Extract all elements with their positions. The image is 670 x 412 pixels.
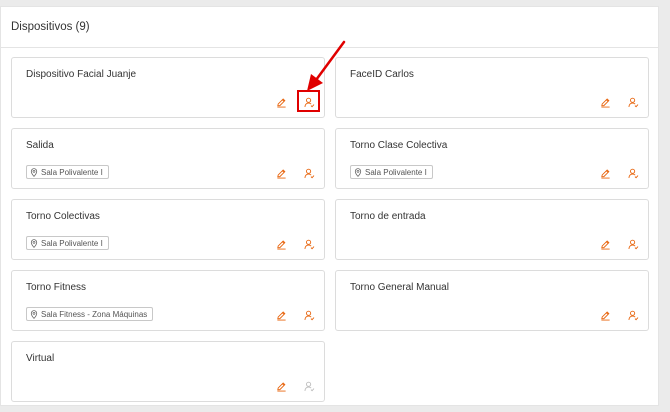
device-card: FaceID Carlos bbox=[335, 57, 649, 118]
devices-panel: Dispositivos (9) Dispositivo Facial Juan… bbox=[0, 6, 659, 406]
location-badge: Sala Polivalente I bbox=[350, 165, 433, 179]
pencil-icon bbox=[276, 310, 286, 321]
device-card: Torno Colectivas Sala Polivalente I bbox=[11, 199, 325, 260]
assign-users-button[interactable] bbox=[626, 308, 640, 322]
edit-button[interactable] bbox=[598, 166, 612, 180]
device-card: Torno Fitness Sala Fitness - Zona Máquin… bbox=[11, 270, 325, 331]
assign-users-button[interactable] bbox=[626, 166, 640, 180]
assign-users-button[interactable] bbox=[302, 308, 316, 322]
user-assign-icon bbox=[627, 239, 638, 249]
assign-users-button[interactable] bbox=[302, 166, 316, 180]
edit-button[interactable] bbox=[598, 308, 612, 322]
device-name: Virtual bbox=[26, 353, 55, 364]
pencil-icon bbox=[276, 168, 286, 179]
edit-button[interactable] bbox=[598, 95, 612, 109]
location-pin-icon bbox=[30, 309, 38, 319]
location-pin-icon bbox=[30, 238, 38, 248]
pencil-icon bbox=[600, 168, 610, 179]
location-badge: Sala Fitness - Zona Máquinas bbox=[26, 307, 154, 321]
device-name: FaceID Carlos bbox=[350, 69, 414, 80]
edit-button[interactable] bbox=[274, 308, 288, 322]
devices-grid: Dispositivo Facial Juanje FaceID Carlos … bbox=[11, 57, 649, 402]
device-card: Dispositivo Facial Juanje bbox=[11, 57, 325, 118]
assign-users-button[interactable] bbox=[626, 95, 640, 109]
location-label: Sala Polivalente I bbox=[365, 167, 427, 177]
location-label: Sala Polivalente I bbox=[41, 167, 103, 177]
device-card: Torno Clase Colectiva Sala Polivalente I bbox=[335, 128, 649, 189]
location-label: Sala Fitness - Zona Máquinas bbox=[41, 309, 148, 319]
assign-users-button[interactable] bbox=[302, 237, 316, 251]
edit-button[interactable] bbox=[274, 95, 288, 109]
user-assign-icon bbox=[303, 239, 314, 249]
edit-button[interactable] bbox=[274, 237, 288, 251]
location-pin-icon bbox=[354, 167, 362, 177]
user-assign-icon bbox=[303, 97, 314, 107]
device-card: Virtual bbox=[11, 341, 325, 402]
pencil-icon bbox=[600, 239, 610, 250]
edit-button[interactable] bbox=[598, 237, 612, 251]
user-assign-icon bbox=[627, 97, 638, 107]
location-label: Sala Polivalente I bbox=[41, 238, 103, 248]
pencil-icon bbox=[276, 239, 286, 250]
pencil-icon bbox=[600, 310, 610, 321]
pencil-icon bbox=[276, 381, 286, 392]
user-assign-icon bbox=[303, 381, 314, 391]
assign-users-button[interactable] bbox=[302, 95, 316, 109]
edit-button[interactable] bbox=[274, 166, 288, 180]
device-name: Torno Colectivas bbox=[26, 211, 100, 222]
assign-users-button-disabled bbox=[302, 379, 316, 393]
device-card: Salida Sala Polivalente I bbox=[11, 128, 325, 189]
assign-users-button[interactable] bbox=[626, 237, 640, 251]
device-name: Dispositivo Facial Juanje bbox=[26, 69, 137, 80]
device-name: Torno Clase Colectiva bbox=[350, 140, 448, 151]
user-assign-icon bbox=[303, 310, 314, 320]
pencil-icon bbox=[600, 97, 610, 108]
pencil-icon bbox=[276, 97, 286, 108]
device-name: Salida bbox=[26, 140, 54, 151]
device-card: Torno de entrada bbox=[335, 199, 649, 260]
device-name: Torno Fitness bbox=[26, 282, 87, 293]
user-assign-icon bbox=[627, 310, 638, 320]
device-name: Torno de entrada bbox=[350, 211, 426, 222]
location-badge: Sala Polivalente I bbox=[26, 236, 109, 250]
user-assign-icon bbox=[627, 168, 638, 178]
location-badge: Sala Polivalente I bbox=[26, 165, 109, 179]
panel-title: Dispositivos (9) bbox=[1, 7, 658, 48]
device-card: Torno General Manual bbox=[335, 270, 649, 331]
device-name: Torno General Manual bbox=[350, 282, 449, 293]
user-assign-icon bbox=[303, 168, 314, 178]
edit-button[interactable] bbox=[274, 379, 288, 393]
location-pin-icon bbox=[30, 167, 38, 177]
